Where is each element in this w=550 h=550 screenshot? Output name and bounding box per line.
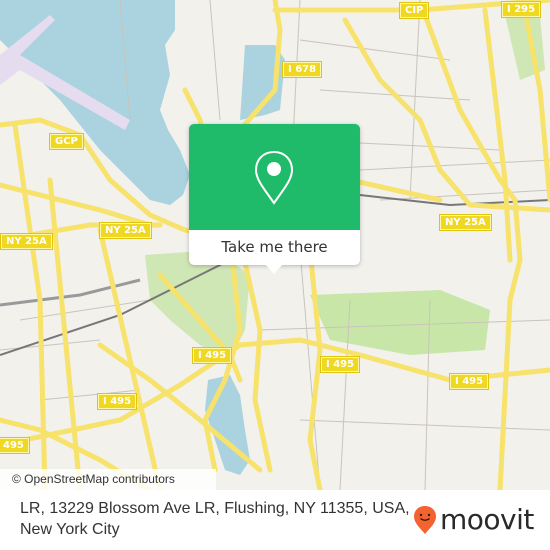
take-me-there-button[interactable]: Take me there bbox=[189, 230, 360, 265]
road-shield-495-edge: 495 bbox=[0, 437, 30, 454]
moovit-pin-logo-icon bbox=[414, 506, 436, 534]
road-shield-i495-center: I 495 bbox=[191, 347, 233, 364]
road-shield-cip: CIP bbox=[398, 2, 430, 19]
map-pin-icon bbox=[254, 150, 294, 205]
footer: LR, 13229 Blossom Ave LR, Flushing, NY 1… bbox=[0, 490, 550, 550]
road-shield-ny25a-west: NY 25A bbox=[0, 233, 53, 250]
park-northeast bbox=[505, 15, 545, 80]
map-attribution[interactable]: © OpenStreetMap contributors bbox=[0, 469, 216, 490]
popup-pointer bbox=[266, 265, 282, 274]
popup-header bbox=[189, 124, 360, 230]
road-shield-gcp: GCP bbox=[49, 133, 84, 150]
map-view[interactable]: CIP I 295 I 678 GCP NY 25A NY 25A NY 25A… bbox=[0, 0, 550, 490]
road-shield-i678: I 678 bbox=[281, 61, 323, 78]
address-text: LR, 13229 Blossom Ave LR, Flushing, NY 1… bbox=[20, 500, 410, 538]
road-shield-ny25a-center: NY 25A bbox=[99, 222, 152, 239]
road-shield-ny25a-east: NY 25A bbox=[439, 214, 492, 231]
road-shield-i495-west: I 495 bbox=[96, 393, 138, 410]
road-shield-i295: I 295 bbox=[500, 1, 542, 18]
moovit-wordmark: moovit bbox=[440, 503, 534, 536]
moovit-logo[interactable]: moovit bbox=[413, 505, 534, 535]
road-shield-i495-east1: I 495 bbox=[319, 356, 361, 373]
road-shield-i495-east2: I 495 bbox=[448, 373, 490, 390]
location-popup: Take me there bbox=[189, 124, 360, 274]
attribution-text: © OpenStreetMap contributors bbox=[12, 472, 175, 486]
